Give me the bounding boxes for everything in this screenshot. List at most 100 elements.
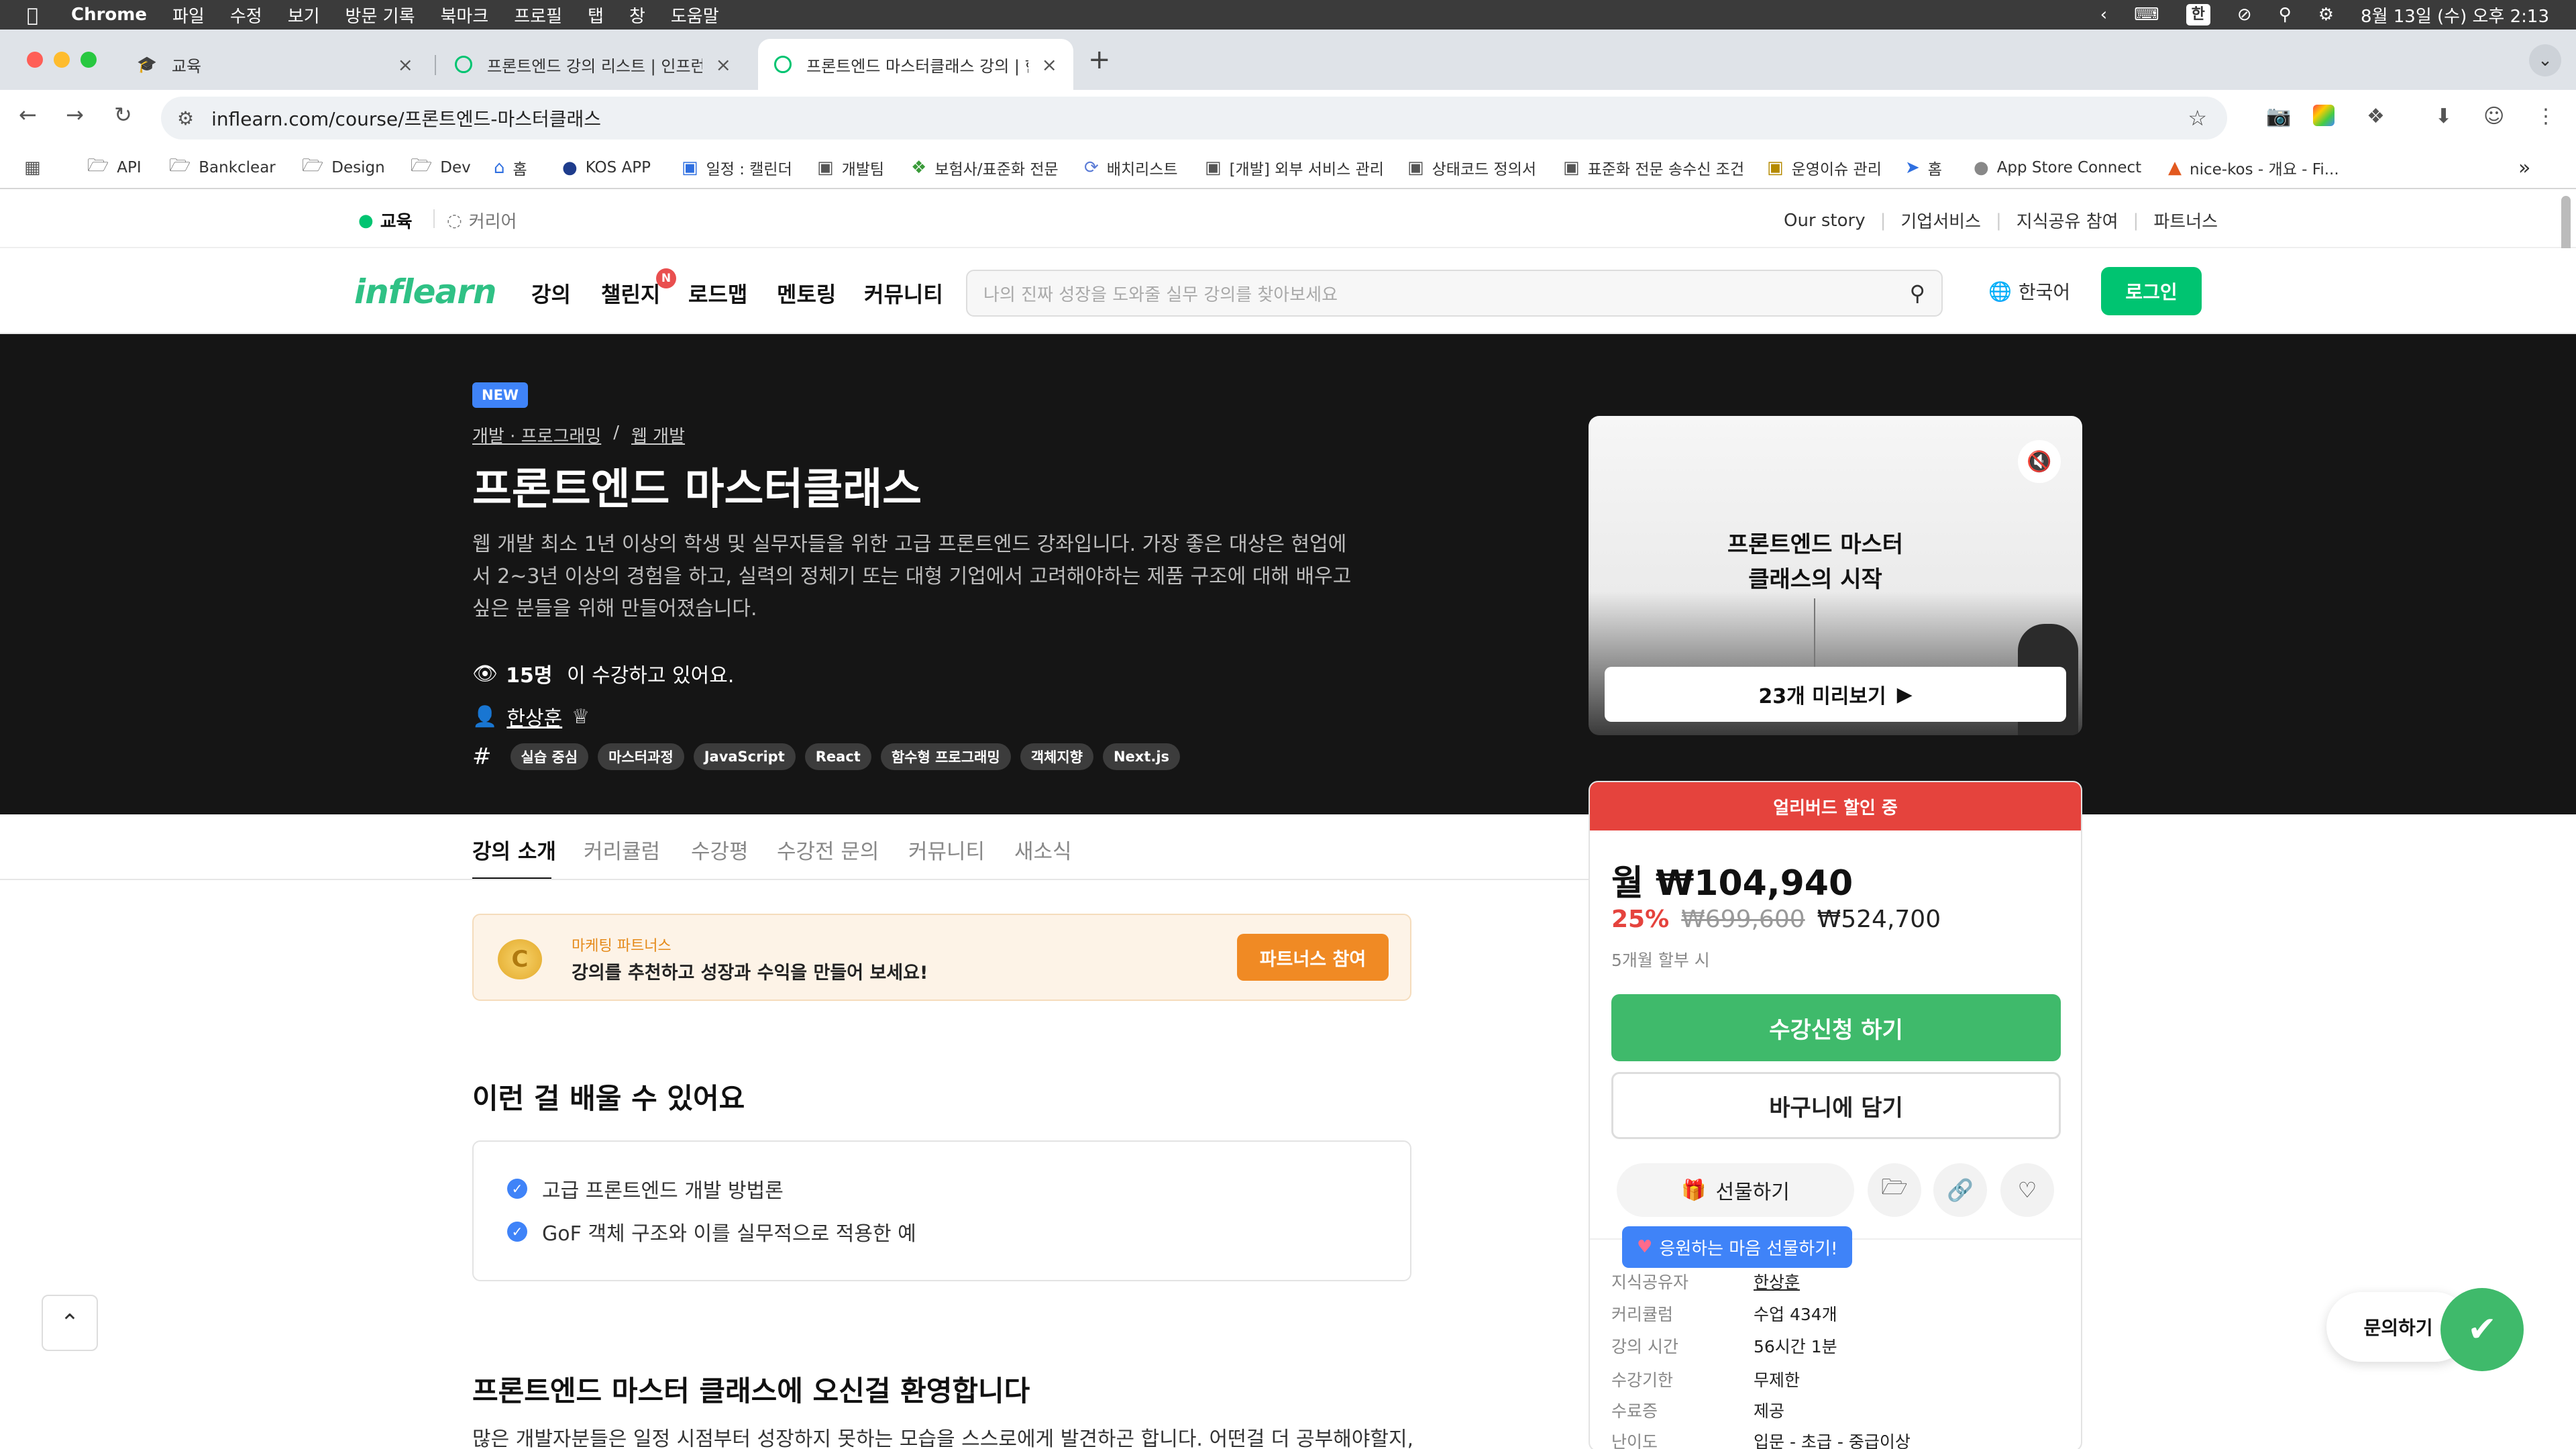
back-arrow-icon[interactable]: ← bbox=[19, 102, 37, 127]
more-menu-icon[interactable]: ⋮ bbox=[2536, 105, 2556, 128]
close-tab-icon[interactable]: × bbox=[398, 54, 413, 76]
close-tab-icon[interactable]: × bbox=[1042, 54, 1057, 76]
menu-help[interactable]: 도움말 bbox=[671, 3, 719, 28]
tag[interactable]: 실습 중심 bbox=[510, 743, 589, 770]
new-tab-icon[interactable]: + bbox=[1088, 44, 1111, 75]
language-selector[interactable]: 🌐 한국어 bbox=[1988, 278, 2070, 305]
search-icon[interactable]: ⚲ bbox=[1910, 280, 1925, 306]
breadcrumb-subcategory[interactable]: 웹 개발 bbox=[631, 423, 685, 447]
link-partners[interactable]: 파트너스 bbox=[2153, 208, 2218, 233]
bookmark-app-store-connect[interactable]: ● App Store Connect bbox=[1974, 154, 2141, 181]
menu-chrome[interactable]: Chrome bbox=[71, 5, 147, 25]
menubar-clock[interactable]: 8월 13일 (수) 오후 2:13 bbox=[2361, 3, 2549, 28]
forward-arrow-icon[interactable]: → bbox=[66, 102, 84, 127]
apple-icon[interactable]:  bbox=[27, 4, 38, 26]
tab-reviews[interactable]: 수강평 bbox=[691, 835, 749, 865]
heart-icon[interactable]: ♡ bbox=[2000, 1163, 2054, 1217]
breadcrumb-category[interactable]: 개발 · 프로그래밍 bbox=[472, 423, 601, 447]
site-settings-icon[interactable]: ⚙ bbox=[177, 107, 194, 129]
enroll-button[interactable]: 수강신청 하기 bbox=[1611, 994, 2061, 1061]
apps-grid-icon[interactable]: ▦ bbox=[24, 154, 41, 181]
maximize-window-button[interactable] bbox=[80, 52, 97, 68]
bookmark-standard-spec[interactable]: ▣ 표준화 전문 송수신 조건 bbox=[1563, 154, 1744, 181]
tab-curriculum[interactable]: 커리큘럼 bbox=[584, 835, 660, 865]
tag[interactable]: 객체지향 bbox=[1020, 743, 1093, 770]
bookmark-dev-team[interactable]: ▣ 개발팀 bbox=[817, 154, 884, 181]
bookmark-nice-kos[interactable]: ▲ nice-kos - 개요 - Fi... bbox=[2168, 154, 2339, 181]
camera-icon[interactable]: 📷 bbox=[2266, 105, 2291, 128]
minimize-window-button[interactable] bbox=[54, 52, 70, 68]
bookmark-star-icon[interactable]: ☆ bbox=[2188, 105, 2207, 131]
link-business[interactable]: 기업서비스 bbox=[1900, 208, 1981, 233]
career-switch[interactable]: ◌ 커리어 bbox=[447, 208, 517, 233]
tag[interactable]: 마스터과정 bbox=[598, 743, 684, 770]
bookmark-kos-app[interactable]: ● KOS APP bbox=[562, 154, 651, 181]
course-search-input[interactable]: 나의 진짜 성장을 도와줄 실무 강의를 찾아보세요 ⚲ bbox=[966, 270, 1943, 317]
inflearn-logo[interactable]: inflearn bbox=[354, 272, 497, 311]
tag[interactable]: Next.js bbox=[1102, 743, 1181, 770]
tab-pre-questions[interactable]: 수강전 문의 bbox=[777, 835, 879, 865]
url-text[interactable]: inflearn.com/course/프론트엔드-마스터클래스 bbox=[211, 105, 601, 131]
bookmark-ops-issue[interactable]: ▣ 운영이슈 관리 bbox=[1767, 154, 1882, 181]
tag[interactable]: 함수형 프로그래밍 bbox=[880, 743, 1011, 770]
close-window-button[interactable] bbox=[27, 52, 43, 68]
address-bar[interactable]: ⚙ inflearn.com/course/프론트엔드-마스터클래스 ☆ bbox=[161, 97, 2227, 140]
tab-intro[interactable]: 강의 소개 bbox=[472, 835, 556, 865]
menu-window[interactable]: 창 bbox=[629, 3, 645, 28]
menu-history[interactable]: 방문 기록 bbox=[345, 3, 415, 28]
browser-tab-3-active[interactable]: 프론트엔드 마스터클래스 강의 | 한상훈 × bbox=[758, 39, 1073, 90]
tag[interactable]: JavaScript bbox=[693, 743, 796, 770]
color-picker-extension-icon[interactable] bbox=[2313, 105, 2334, 126]
bookmark-home[interactable]: ⌂ 홈 bbox=[494, 154, 527, 181]
bookmark-folder-dev[interactable]: 🗁 Dev bbox=[411, 154, 471, 181]
link-instructor-join[interactable]: 지식공유 참여 bbox=[2017, 208, 2118, 233]
tab-search-chevron-icon[interactable]: ⌄ bbox=[2529, 44, 2561, 76]
nav-community[interactable]: 커뮤니티 bbox=[864, 278, 943, 309]
link-our-story[interactable]: Our story bbox=[1784, 211, 1866, 231]
browser-tab-2[interactable]: 프론트엔드 강의 리스트 | 인프런 × bbox=[439, 39, 747, 90]
gift-button[interactable]: 🎁 선물하기 bbox=[1617, 1163, 1854, 1217]
control-center-icon[interactable]: ⚙ bbox=[2318, 5, 2334, 25]
mute-icon[interactable]: 🔇 bbox=[2018, 440, 2061, 483]
chat-inquiry-icon[interactable]: ✔ bbox=[2440, 1288, 2524, 1371]
menu-view[interactable]: 보기 bbox=[288, 3, 320, 28]
menu-profile[interactable]: 프로필 bbox=[514, 3, 562, 28]
tag[interactable]: React bbox=[804, 743, 871, 770]
add-to-cart-button[interactable]: 바구니에 담기 bbox=[1611, 1072, 2061, 1139]
nav-courses[interactable]: 강의 bbox=[531, 278, 571, 309]
instructor-name-link[interactable]: 한상훈 bbox=[506, 702, 562, 731]
bookmark-status-code[interactable]: ▣ 상태코드 정의서 bbox=[1407, 154, 1536, 181]
menu-tab[interactable]: 탭 bbox=[588, 3, 604, 28]
profile-icon[interactable]: ☺ bbox=[2483, 105, 2504, 128]
folder-add-icon[interactable]: 🗁 bbox=[1868, 1163, 1921, 1217]
scroll-to-top-chevron-up-icon[interactable]: ⌃ bbox=[42, 1295, 98, 1351]
login-button[interactable]: 로그인 bbox=[2101, 267, 2202, 315]
close-tab-icon[interactable]: × bbox=[716, 54, 731, 76]
wifi-off-icon[interactable]: ⊘ bbox=[2237, 5, 2252, 25]
menu-edit[interactable]: 수정 bbox=[230, 3, 262, 28]
input-source-indicator[interactable]: 한 bbox=[2186, 4, 2210, 25]
bookmark-calendar[interactable]: ▣ 일정 : 캘린더 bbox=[682, 154, 792, 181]
share-link-icon[interactable]: 🔗 bbox=[1933, 1163, 1987, 1217]
bookmark-folder-api[interactable]: 🗁 API bbox=[87, 154, 142, 181]
bookmark-external-service[interactable]: ▣ [개발] 외부 서비스 관리 bbox=[1205, 154, 1384, 181]
tab-community[interactable]: 커뮤니티 bbox=[908, 835, 985, 865]
edu-switch[interactable]: ● 교육 bbox=[358, 208, 413, 233]
chevron-left-icon[interactable]: ‹ bbox=[2100, 5, 2107, 25]
info-value-instructor-link[interactable]: 한상훈 bbox=[1754, 1269, 1800, 1293]
preview-button[interactable]: 23개 미리보기 ▶ bbox=[1605, 667, 2066, 722]
bookmark-home-2[interactable]: ➤ 홈 bbox=[1905, 154, 1942, 181]
partners-join-button[interactable]: 파트너스 참여 bbox=[1237, 934, 1389, 981]
tab-news[interactable]: 새소식 bbox=[1014, 835, 1072, 865]
nav-mentoring[interactable]: 멘토링 bbox=[777, 278, 836, 309]
preview-video[interactable]: 🔇 프론트엔드 마스터 클래스의 시작 23개 미리보기 ▶ bbox=[1589, 416, 2082, 735]
extensions-puzzle-icon[interactable]: ❖ bbox=[2367, 105, 2385, 128]
browser-tab-1[interactable]: 🎓 교육 × bbox=[121, 39, 429, 90]
download-icon[interactable]: ⬇ bbox=[2435, 105, 2452, 128]
reload-icon[interactable]: ↻ bbox=[114, 102, 132, 127]
menu-bookmarks[interactable]: 북마크 bbox=[441, 3, 489, 28]
search-icon[interactable]: ⚲ bbox=[2279, 5, 2292, 25]
bookmark-batch-list[interactable]: ⟳ 배치리스트 bbox=[1084, 154, 1178, 181]
nav-roadmap[interactable]: 로드맵 bbox=[688, 278, 747, 309]
keyboard-icon[interactable]: ⌨ bbox=[2134, 5, 2159, 25]
